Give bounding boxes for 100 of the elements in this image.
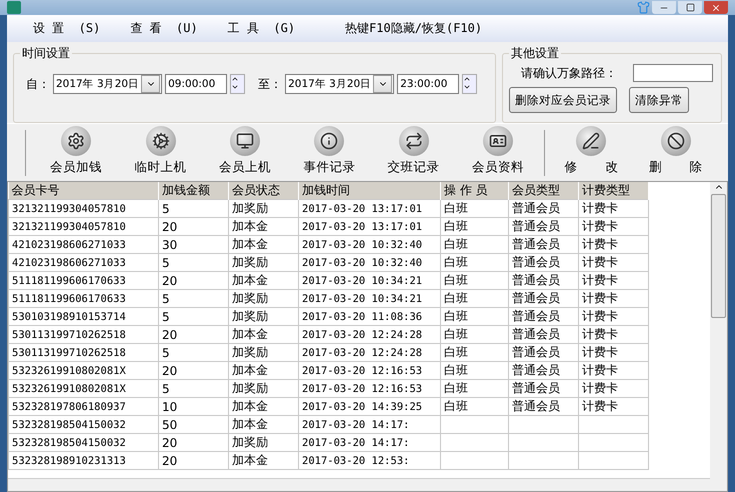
toolbar-button[interactable]: 交班记录	[371, 126, 456, 180]
table-cell: 5	[158, 380, 228, 398]
spin-buttons[interactable]	[462, 74, 478, 94]
table-cell: 计费卡	[578, 344, 648, 362]
menu-item[interactable]: 查 看 (U)	[130, 20, 198, 37]
table-cell: 2017-03-20 11:08:36	[298, 308, 440, 326]
toolbar-button[interactable]: 会员资料	[456, 126, 540, 180]
toolbar-button[interactable]: 会员上机	[202, 126, 288, 180]
table-cell: 普通会员	[508, 326, 578, 344]
table-cell: 加奖励	[228, 380, 298, 398]
table-cell: 50	[158, 416, 228, 434]
table-cell: 532328198504150032	[8, 434, 158, 452]
table-cell: 加本金	[228, 218, 298, 236]
column-header[interactable]: 加钱时间	[298, 182, 440, 200]
time-field[interactable]: 23:00:00	[397, 74, 460, 94]
horizontal-scrollbar[interactable]	[8, 478, 710, 491]
table-cell: 加本金	[228, 326, 298, 344]
to-label: 至：	[258, 76, 282, 92]
table-cell: 计费卡	[578, 254, 648, 272]
column-header[interactable]: 加钱金额	[158, 182, 228, 200]
table-cell: 普通会员	[508, 218, 578, 236]
table-cell: 532328197806180937	[8, 398, 158, 416]
vertical-scrollbar[interactable]	[710, 182, 727, 491]
table-cell: 321321199304057810	[8, 218, 158, 236]
hotkey-hint: 热键F10隐藏/恢复(F10)	[345, 20, 482, 37]
column-header[interactable]: 会员类型	[508, 182, 578, 200]
toolbar-button[interactable]: 会员加钱	[34, 126, 118, 180]
column-header[interactable]: 计费类型	[578, 182, 648, 200]
group-title: 时间设置	[21, 45, 71, 62]
edit-icon	[582, 132, 600, 150]
toolbar-button[interactable]: 事件记录	[287, 126, 372, 180]
table-cell: 加本金	[228, 452, 298, 470]
table-cell: 2017-03-20 12:24:28	[298, 326, 440, 344]
table-cell: 普通会员	[508, 398, 578, 416]
table-cell: 白班	[440, 200, 508, 218]
time-field[interactable]: 09:00:00	[165, 74, 228, 94]
menu-item[interactable]: 设 置 (S)	[33, 20, 100, 37]
table-cell: 白班	[440, 290, 508, 308]
table-cell: 2017-03-20 10:34:21	[298, 272, 440, 290]
ban-icon	[666, 132, 685, 150]
toolbar-button[interactable]: 修 改	[549, 126, 634, 180]
table-cell: 计费卡	[578, 200, 648, 218]
table-cell: 20	[158, 434, 228, 452]
table-cell: 普通会员	[508, 308, 578, 326]
table-cell: 2017-03-20 14:39:25	[298, 398, 440, 416]
table-cell: 53232619910802081X	[8, 380, 158, 398]
table-cell: 30	[158, 236, 228, 254]
table-cell: 321321199304057810	[8, 200, 158, 218]
table-cell: 加本金	[228, 398, 298, 416]
shirt-icon[interactable]	[637, 1, 650, 14]
column-header[interactable]: 会员卡号	[8, 182, 158, 200]
table-cell: 白班	[440, 398, 508, 416]
table-cell: 2017-03-20 14:17:	[298, 416, 440, 434]
table-cell: 计费卡	[578, 272, 648, 290]
table-cell: 2017-03-20 13:17:01	[298, 218, 440, 236]
app-logo-icon	[7, 1, 21, 14]
table-cell: 白班	[440, 272, 508, 290]
column-header[interactable]: 会员状态	[228, 182, 298, 200]
toolbar-button[interactable]: 删 除	[634, 126, 718, 180]
table-cell: 5	[158, 308, 228, 326]
table-cell: 20	[158, 452, 228, 470]
table-cell: 加本金	[228, 362, 298, 380]
table-cell: 2017-03-20 12:24:28	[298, 344, 440, 362]
table-cell: 530113199710262518	[8, 344, 158, 362]
table-cell: 5	[158, 254, 228, 272]
maximize-icon	[686, 3, 694, 12]
table-cell: 白班	[440, 308, 508, 326]
table-cell: 普通会员	[508, 236, 578, 254]
table-cell: 计费卡	[578, 236, 648, 254]
table-cell: 加奖励	[228, 308, 298, 326]
table-cell: 532328198504150032	[8, 416, 158, 434]
maximize-button[interactable]	[678, 1, 702, 14]
table-cell: 511181199606170633	[8, 272, 158, 290]
table-cell: 普通会员	[508, 254, 578, 272]
table-cell: 计费卡	[578, 290, 648, 308]
gear-icon	[67, 132, 86, 150]
table-cell: 普通会员	[508, 200, 578, 218]
table-cell: 421023198606271033	[8, 236, 158, 254]
column-header[interactable]: 操 作 员	[440, 182, 508, 200]
table-cell: 计费卡	[578, 380, 648, 398]
table-cell: 5	[158, 200, 228, 218]
table-cell: 2017-03-20 12:16:53	[298, 380, 440, 398]
menu-item[interactable]: 工 具 (G)	[228, 20, 296, 37]
table-cell: 白班	[440, 380, 508, 398]
table-cell: 加奖励	[228, 254, 298, 272]
table-cell: 计费卡	[578, 326, 648, 344]
action-button[interactable]: 清除异常	[629, 87, 689, 113]
table-cell: 加本金	[228, 416, 298, 434]
table-cell: 2017-03-20 10:32:40	[298, 236, 440, 254]
path-input[interactable]	[633, 64, 713, 82]
table-cell: 计费卡	[578, 362, 648, 380]
table-cell: 计费卡	[578, 308, 648, 326]
date-picker[interactable]: 2017年 3月20日	[53, 74, 162, 94]
from-label: 自：	[26, 76, 50, 92]
table-cell: 加奖励	[228, 200, 298, 218]
action-button[interactable]: 删除对应会员记录	[509, 87, 617, 113]
date-picker[interactable]: 2017年 3月20日	[285, 74, 394, 94]
toolbar-button[interactable]: 临时上机	[118, 126, 203, 180]
table-cell: 计费卡	[578, 218, 648, 236]
spin-buttons[interactable]	[230, 74, 246, 94]
